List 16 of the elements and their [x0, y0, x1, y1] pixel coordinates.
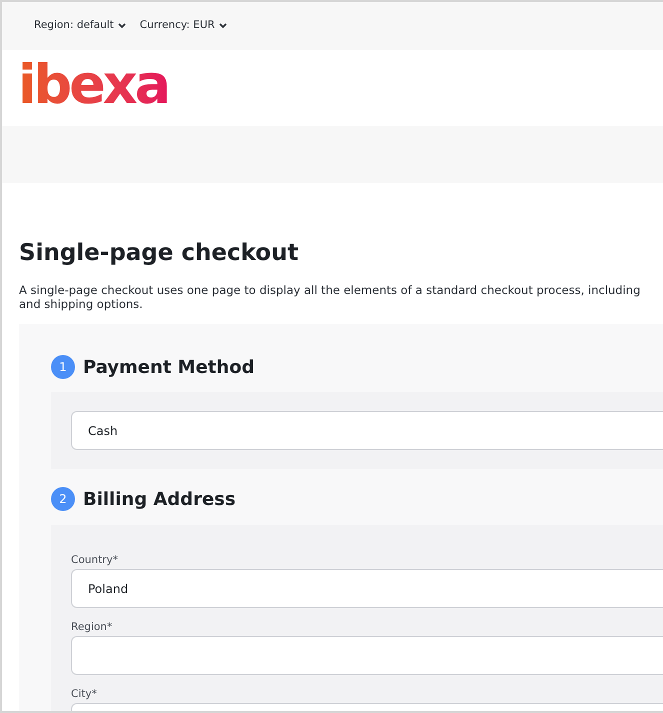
- chevron-down-icon: [118, 23, 126, 29]
- input-field[interactable]: [71, 636, 663, 675]
- page-description: A single-page checkout uses one page to display all the elements of a standard checkout process, including and shipping options.: [19, 283, 642, 311]
- page-title: Single-page checkout: [19, 239, 300, 268]
- input-field[interactable]: Poland: [71, 569, 663, 608]
- section-title: Billing Address: [83, 488, 236, 512]
- dropdown-selector[interactable]: Currency: EUR: [140, 18, 227, 34]
- chevron-down-icon: [218, 23, 227, 29]
- dropdown-selector[interactable]: Region: default: [34, 18, 126, 34]
- field-label: Country*: [71, 553, 119, 567]
- step-number: 1: [51, 355, 75, 379]
- section-title: Payment Method: [83, 356, 254, 380]
- input-field[interactable]: Cash: [71, 411, 663, 450]
- field-label: Region*: [71, 620, 114, 634]
- step-number: 2: [51, 487, 75, 511]
- field-label: City*: [71, 687, 98, 701]
